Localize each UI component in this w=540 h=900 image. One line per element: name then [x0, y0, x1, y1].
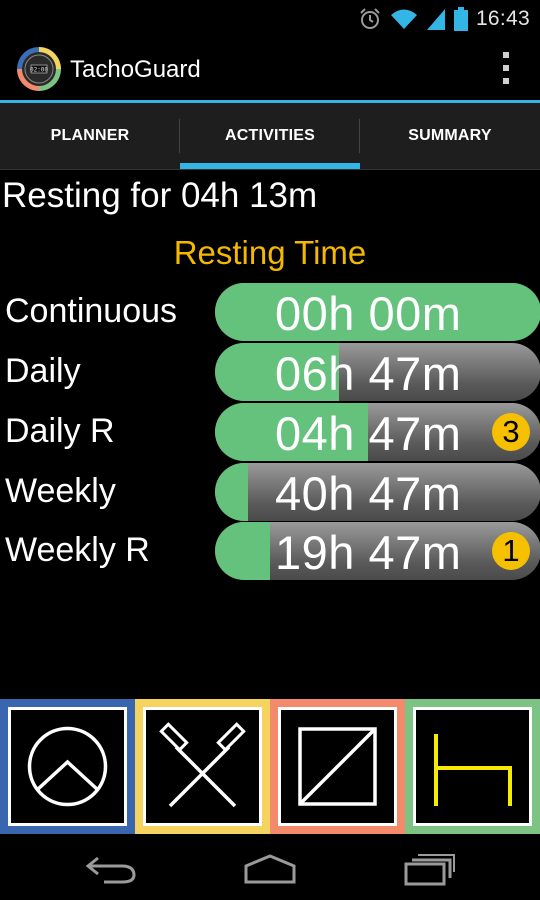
time-value: 00h 00m: [275, 286, 461, 341]
driving-icon: [281, 710, 394, 823]
crossed-hammers-icon: [146, 710, 259, 823]
battery-icon: [454, 7, 468, 31]
signal-icon: [426, 7, 446, 31]
work-button[interactable]: [135, 699, 270, 834]
tab-activities[interactable]: ACTIVITIES: [180, 103, 360, 169]
row-label: Weekly R: [5, 531, 150, 570]
navigation-bar: [0, 834, 540, 900]
wifi-icon: [390, 7, 418, 31]
time-bar: 00h 00m: [215, 283, 540, 341]
button-frame: [413, 707, 532, 826]
time-bar: 04h 47m 3: [215, 403, 540, 461]
bed-icon: [416, 710, 529, 823]
time-value: 04h 47m: [275, 406, 461, 461]
alarm-icon: [358, 7, 382, 31]
section-title: Resting Time: [0, 234, 540, 272]
recent-apps-icon[interactable]: [398, 848, 458, 888]
tab-summary[interactable]: SUMMARY: [360, 103, 540, 169]
svg-text:02:00: 02:00: [30, 67, 48, 74]
tab-bar: PLANNER ACTIVITIES SUMMARY: [0, 103, 540, 169]
row-label: Daily R: [5, 412, 115, 451]
row-label: Weekly: [5, 472, 116, 511]
tab-label: PLANNER: [51, 127, 130, 145]
time-bar-fill: [215, 463, 248, 521]
status-icons: 16:43: [358, 5, 530, 33]
home-icon[interactable]: [240, 848, 300, 888]
rest-button[interactable]: [405, 699, 540, 834]
time-value: 06h 47m: [275, 346, 461, 401]
driving-button[interactable]: [270, 699, 405, 834]
app-title: TachoGuard: [70, 56, 201, 84]
status-time: 16:43: [476, 7, 530, 31]
tab-planner[interactable]: PLANNER: [0, 103, 180, 169]
rest-row-continuous: Continuous 00h 00m: [0, 283, 540, 341]
status-bar: 16:43: [0, 0, 540, 38]
button-frame: [143, 707, 262, 826]
available-button[interactable]: [0, 699, 135, 834]
time-value: 19h 47m: [275, 525, 461, 580]
tab-label: ACTIVITIES: [225, 127, 315, 145]
time-value: 40h 47m: [275, 466, 461, 521]
rest-row-weekly-reduced: Weekly R 19h 47m 1: [0, 522, 540, 580]
tab-label: SUMMARY: [408, 127, 491, 145]
availability-icon: [11, 710, 124, 823]
activity-bar: [0, 699, 540, 834]
tachograph-clock-icon[interactable]: 02:00: [16, 46, 62, 92]
row-label: Daily: [5, 352, 81, 391]
rest-row-weekly: Weekly 40h 47m: [0, 463, 540, 521]
time-bar: 06h 47m: [215, 343, 540, 401]
time-bar: 19h 47m 1: [215, 522, 540, 580]
time-bar-fill: [215, 522, 270, 580]
button-frame: [278, 707, 397, 826]
rest-row-daily-reduced: Daily R 04h 47m 3: [0, 403, 540, 461]
count-badge: 1: [492, 532, 530, 570]
count-badge: 3: [492, 413, 530, 451]
current-status: Resting for 04h 13m: [2, 176, 317, 216]
back-icon[interactable]: [82, 848, 142, 888]
row-label: Continuous: [5, 292, 177, 331]
overflow-menu-icon[interactable]: [498, 52, 512, 86]
button-frame: [8, 707, 127, 826]
tab-bar-divider: [0, 169, 540, 170]
rest-row-daily: Daily 06h 47m: [0, 343, 540, 401]
time-bar: 40h 47m: [215, 463, 540, 521]
action-bar: 02:00 TachoGuard: [0, 38, 540, 100]
